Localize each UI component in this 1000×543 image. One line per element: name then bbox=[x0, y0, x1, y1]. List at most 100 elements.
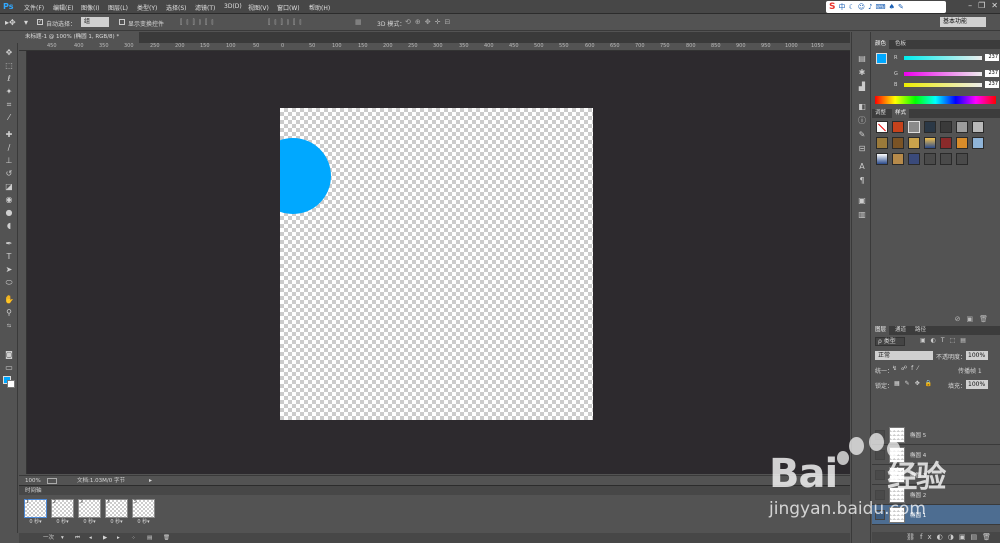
blend-mode-dropdown[interactable]: 正常 bbox=[875, 351, 933, 360]
dodge-tool-icon[interactable]: ◖ bbox=[4, 221, 14, 231]
histogram-icon[interactable]: ▟ bbox=[857, 82, 867, 92]
restore-icon[interactable]: ❐ bbox=[978, 1, 985, 12]
auto-select-dropdown[interactable]: 组 bbox=[81, 17, 109, 27]
layer-comps-icon[interactable]: ▣ bbox=[857, 196, 867, 206]
frame-thumbnail[interactable]: 1 bbox=[24, 499, 47, 518]
frame-delay[interactable]: 0 秒▾ bbox=[78, 518, 101, 526]
menu-view[interactable]: 视图(V) bbox=[248, 3, 269, 12]
style-swatch[interactable] bbox=[924, 153, 936, 165]
healing-brush-icon[interactable]: ✚ bbox=[4, 130, 14, 140]
ellipse-shape[interactable] bbox=[280, 138, 331, 214]
screen-mode-icon[interactable]: ▭ bbox=[4, 363, 14, 373]
dropdown-arrow-icon[interactable]: ▾ bbox=[24, 18, 28, 27]
menu-edit[interactable]: 编辑(E) bbox=[53, 3, 73, 12]
style-swatch[interactable] bbox=[908, 137, 920, 149]
history-brush-icon[interactable]: ↺ bbox=[4, 169, 14, 179]
tab-channels[interactable]: 通道 bbox=[892, 326, 909, 335]
style-swatch[interactable] bbox=[940, 137, 952, 149]
loop-arrow-icon[interactable]: ▾ bbox=[61, 533, 64, 543]
minimize-icon[interactable]: – bbox=[968, 1, 972, 12]
clone-stamp-icon[interactable]: ⊥ bbox=[4, 156, 14, 166]
first-frame-icon[interactable]: ⏮ bbox=[75, 533, 80, 543]
workspace-preset-dropdown[interactable]: 基本功能 bbox=[940, 17, 986, 27]
hand-tool-icon[interactable]: ✋ bbox=[4, 295, 14, 305]
menu-filter[interactable]: 滤镜(T) bbox=[195, 3, 215, 12]
notes-icon[interactable]: ▥ bbox=[857, 210, 867, 220]
frame-thumbnail[interactable]: 5 bbox=[132, 499, 155, 518]
document-tab[interactable]: 未标题-1 @ 100% (椭圆 1, RGB/8) * bbox=[19, 32, 139, 43]
fill-input[interactable]: 100% bbox=[966, 380, 988, 389]
menu-3d[interactable]: 3D(D) bbox=[224, 3, 242, 10]
frame-thumbnail[interactable]: 4 bbox=[105, 499, 128, 518]
tab-adjustments[interactable]: 调整 bbox=[872, 109, 889, 118]
next-frame-icon[interactable]: ▸ bbox=[117, 533, 120, 543]
brush-tool-icon[interactable]: ∕ bbox=[4, 143, 14, 153]
frame-delay[interactable]: 0 秒▾ bbox=[105, 518, 128, 526]
play-icon[interactable]: ▶ bbox=[103, 533, 107, 543]
move-tool-icon[interactable]: ✥ bbox=[4, 48, 14, 58]
style-swatch[interactable] bbox=[892, 137, 904, 149]
style-swatch[interactable] bbox=[908, 153, 920, 165]
marquee-tool-icon[interactable]: ⬚ bbox=[4, 61, 14, 71]
menu-window[interactable]: 窗口(W) bbox=[277, 3, 300, 12]
timeline-frame[interactable]: 4 0 秒▾ bbox=[105, 499, 128, 526]
frame-thumbnail[interactable]: 2 bbox=[51, 499, 74, 518]
moon-icon[interactable]: ☾ bbox=[848, 3, 854, 11]
path-select-icon[interactable]: ➤ bbox=[4, 265, 14, 275]
frame-delay[interactable]: 0 秒▾ bbox=[132, 518, 155, 526]
style-swatch[interactable] bbox=[972, 137, 984, 149]
green-slider[interactable] bbox=[904, 72, 982, 76]
crop-tool-icon[interactable]: ⌗ bbox=[4, 100, 14, 110]
style-swatch[interactable] bbox=[956, 153, 968, 165]
style-swatch[interactable] bbox=[972, 121, 984, 133]
mic-icon[interactable]: ♪ bbox=[868, 3, 872, 11]
opacity-input[interactable]: 100% bbox=[966, 351, 988, 360]
blue-slider[interactable] bbox=[904, 83, 982, 87]
magic-wand-icon[interactable]: ✦ bbox=[4, 87, 14, 97]
style-swatch[interactable] bbox=[956, 121, 968, 133]
pen-tool-icon[interactable]: ✒ bbox=[4, 239, 14, 249]
ellipse-tool-icon[interactable]: ⬭ bbox=[4, 278, 14, 288]
style-swatch[interactable] bbox=[940, 121, 952, 133]
timeline-frame[interactable]: 1 0 秒▾ bbox=[24, 499, 47, 526]
panel-fg-color[interactable] bbox=[876, 53, 887, 64]
menu-select[interactable]: 选择(S) bbox=[166, 3, 187, 12]
loop-dropdown[interactable]: 一次 bbox=[43, 533, 54, 543]
3d-mode-icons[interactable]: ⟲⊕✥✛⊟ bbox=[405, 18, 454, 26]
style-swatch[interactable] bbox=[876, 121, 888, 133]
align-icons[interactable]: ⫿⫾⫿⫾⫿⫾ bbox=[180, 18, 217, 27]
shirt-icon[interactable]: ♠ bbox=[889, 3, 895, 11]
info-icon[interactable]: ⓘ bbox=[857, 116, 867, 126]
layer-filter-icons[interactable]: ▣◐T⬚▤ bbox=[920, 337, 971, 344]
layer-filter-dropdown[interactable]: ρ 类型 bbox=[875, 337, 905, 346]
style-swatch[interactable] bbox=[924, 121, 936, 133]
layers-footer-icons[interactable]: ⛓fx◐◑▣▤🗑 bbox=[872, 532, 1000, 543]
share-icon[interactable] bbox=[47, 478, 57, 484]
delete-frame-icon[interactable]: 🗑 bbox=[163, 533, 170, 543]
menu-image[interactable]: 图像(I) bbox=[81, 3, 99, 12]
timeline-title[interactable]: 时间轴 bbox=[25, 488, 42, 494]
tab-styles[interactable]: 样式 bbox=[892, 109, 910, 118]
red-slider[interactable] bbox=[904, 56, 982, 60]
menu-layer[interactable]: 图层(L) bbox=[108, 3, 128, 12]
paint-bucket-icon[interactable]: ◉ bbox=[4, 195, 14, 205]
unify-icons[interactable]: ↯☍f⁄ bbox=[892, 365, 922, 372]
green-value[interactable]: 237 bbox=[985, 70, 999, 77]
auto-align-icon[interactable]: ▦ bbox=[355, 18, 362, 26]
frame-delay[interactable]: 0 秒▾ bbox=[24, 518, 47, 526]
timeline-frame[interactable]: 2 0 秒▾ bbox=[51, 499, 74, 526]
lock-icons[interactable]: ▦✎✥🔒 bbox=[894, 380, 937, 387]
zoom-tool-icon[interactable]: ⚲ bbox=[4, 308, 14, 318]
tab-paths[interactable]: 路径 bbox=[912, 326, 929, 335]
close-icon[interactable]: ✕ bbox=[991, 1, 998, 12]
color-spectrum[interactable] bbox=[875, 96, 996, 104]
timeline-frame[interactable]: 3 0 秒▾ bbox=[78, 499, 101, 526]
red-value[interactable]: 237 bbox=[985, 54, 999, 61]
distribute-icons[interactable]: ⫿⫾⫿⫾⫿⫾ bbox=[268, 18, 305, 27]
eyedropper-icon[interactable]: ⁄ bbox=[4, 113, 14, 123]
move-tool-icon[interactable]: ▸✥ bbox=[5, 18, 16, 27]
tool-preset-icon[interactable]: ⊟ bbox=[857, 144, 867, 154]
timeline-frame[interactable]: 5 0 秒▾ bbox=[132, 499, 155, 526]
paragraph-icon[interactable]: ¶ bbox=[857, 176, 867, 186]
style-swatch[interactable] bbox=[940, 153, 952, 165]
